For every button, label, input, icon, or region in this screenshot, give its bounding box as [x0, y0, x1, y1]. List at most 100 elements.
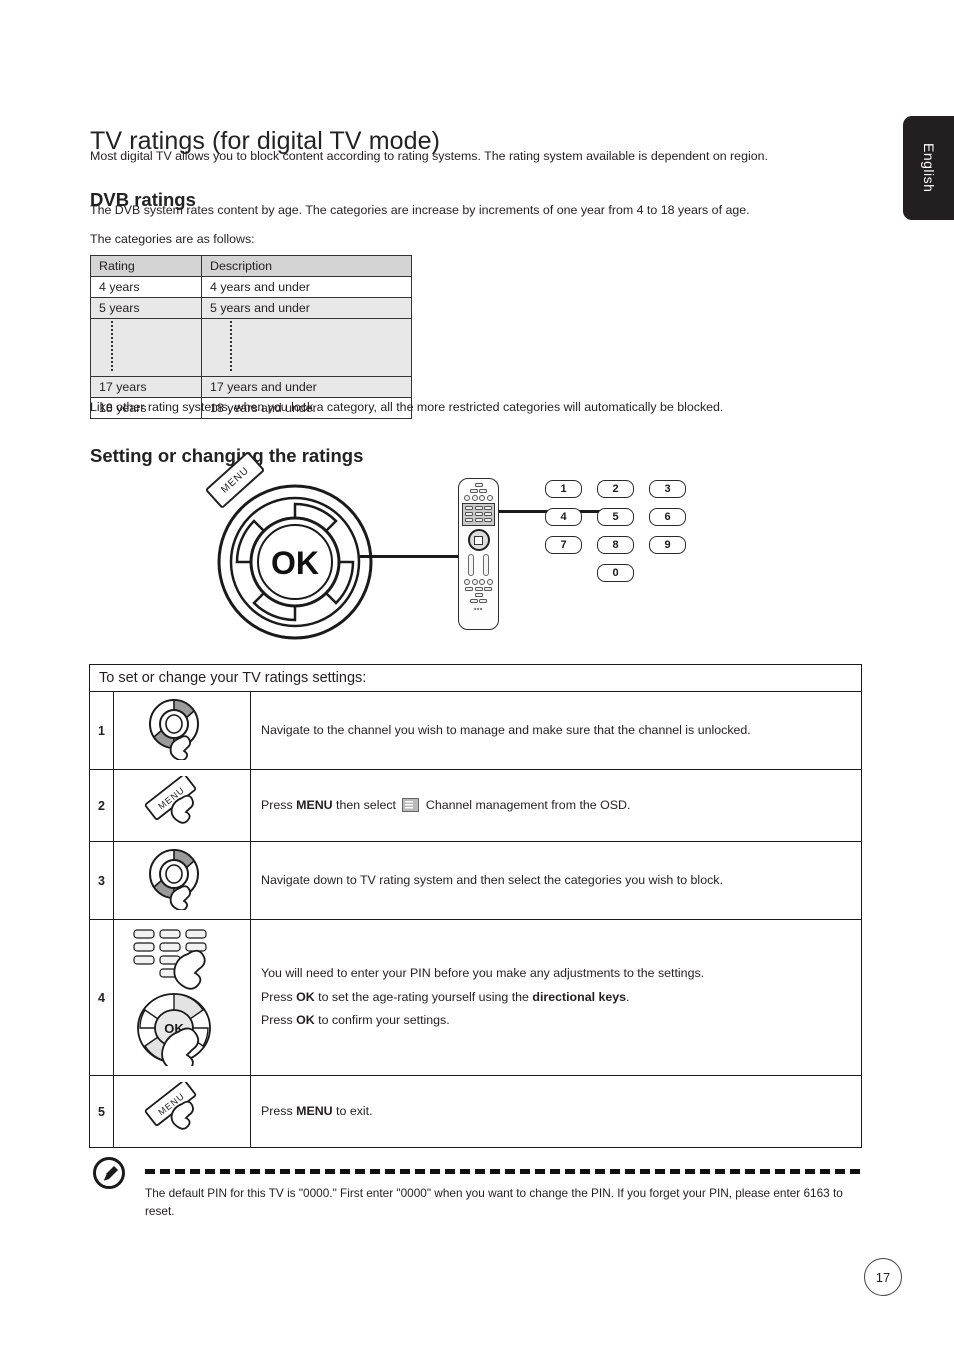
- step-text-bold: OK: [296, 989, 315, 1004]
- like-other-paragraph: Like other rating systems, when you lock…: [90, 400, 724, 414]
- key-6: 6: [649, 508, 686, 526]
- connector-line-ok: [360, 555, 460, 558]
- remote-key: [474, 517, 483, 522]
- rating-value: 17 years: [90, 376, 202, 398]
- remote-button: [469, 489, 478, 493]
- table-ellipsis-row: [90, 318, 412, 377]
- key-3: 3: [649, 480, 686, 498]
- step-text-part: to confirm your settings.: [314, 1013, 450, 1028]
- step-text: You will need to enter your PIN before y…: [250, 919, 862, 1076]
- rating-value: 4 years: [90, 276, 202, 298]
- note-text: The default PIN for this TV is "0000." F…: [145, 1186, 843, 1218]
- ok-navigation-wheel-icon: OK: [217, 484, 373, 640]
- remote-volume-channel-bars: [463, 554, 494, 576]
- remote-button: [479, 495, 486, 501]
- remote-bar: [483, 554, 490, 576]
- vertical-dots-icon: [111, 321, 113, 371]
- step-text-bold: directional keys: [532, 989, 627, 1004]
- step-text-line: You will need to enter your PIN before y…: [261, 966, 705, 981]
- remote-key: [474, 505, 483, 510]
- nav-wheel-hand-icon: [113, 691, 251, 770]
- step-text-part: Press: [261, 989, 297, 1004]
- column-header-rating: Rating: [90, 255, 202, 277]
- steps-table: To set or change your TV ratings setting…: [89, 664, 862, 1148]
- key-2: 2: [597, 480, 634, 498]
- remote-button: [479, 579, 486, 585]
- description-value: 17 years and under: [201, 376, 412, 398]
- step-text-part: to set the age-rating yourself using the: [314, 989, 533, 1004]
- step-text: Press MENU to exit.: [250, 1075, 862, 1148]
- remote-button: [479, 489, 488, 493]
- nav-wheel-hand-icon: [113, 841, 251, 920]
- remote-button: [464, 579, 471, 585]
- step-text-part: Press: [261, 797, 297, 812]
- description-value: 5 years and under: [201, 297, 412, 319]
- key-4: 4: [545, 508, 582, 526]
- table-row: 5 MENU Press MENU to exit.: [89, 1075, 862, 1148]
- keypad-and-ok-wheel-hand-icon: OK: [113, 919, 251, 1076]
- remote-key: [465, 511, 473, 516]
- language-tab: English: [903, 116, 954, 220]
- remote-button: [474, 592, 483, 597]
- remote-key: [484, 517, 492, 522]
- intro-paragraph: Most digital TV allows you to block cont…: [90, 149, 768, 163]
- column-header-description: Description: [201, 255, 412, 277]
- table-row: 3 Navigate down to TV rating system and …: [89, 841, 862, 920]
- step-text-part: Channel management from the OSD.: [422, 797, 631, 812]
- step-number: 3: [89, 841, 114, 920]
- step-text-part: .: [626, 989, 630, 1004]
- remote-key: [484, 505, 492, 510]
- description-ellipsis: [201, 318, 412, 377]
- remote-round-row: [462, 495, 495, 501]
- step-text-line: Press OK to confirm your settings.: [261, 1009, 851, 1033]
- step-text-part: to exit.: [332, 1103, 373, 1118]
- table-row: 5 years 5 years and under: [90, 297, 412, 319]
- step-text-bold: OK: [296, 1013, 315, 1028]
- key-5: 5: [597, 508, 634, 526]
- step-text-line: Press OK to set the age-rating yourself …: [261, 986, 851, 1010]
- remote-button: [464, 495, 471, 501]
- remote-key: [465, 517, 473, 522]
- step-text-part: Press: [261, 1103, 297, 1118]
- table-row: 17 years 17 years and under: [90, 376, 412, 398]
- steps-table-header: To set or change your TV ratings setting…: [89, 664, 862, 692]
- step-text: Navigate down to TV rating system and th…: [250, 841, 862, 920]
- remote-logo: ■■■: [474, 605, 483, 611]
- key-8: 8: [597, 536, 634, 554]
- remote-button: [484, 587, 492, 591]
- keypad-row: 0: [545, 564, 686, 582]
- remote-bottom-row: [462, 587, 495, 597]
- keypad-row: 7 8 9: [545, 536, 686, 554]
- rating-value: 5 years: [90, 297, 202, 319]
- table-row: 4 OK You will need to enter your PIN bef…: [89, 919, 862, 1076]
- remote-keypad-row: [465, 505, 493, 510]
- remote-numeric-keypad-highlight: [462, 503, 495, 526]
- rating-ellipsis: [90, 318, 202, 377]
- remote-power-row: [462, 483, 495, 487]
- remote-ok-wheel-highlight: [467, 529, 490, 551]
- remote-button: [486, 579, 493, 585]
- table-row: 4 years 4 years and under: [90, 276, 412, 298]
- step-text-part: Press: [261, 1013, 297, 1028]
- menu-tag-hand-icon: MENU: [113, 769, 251, 842]
- remote-button: [474, 587, 483, 591]
- step-number: 5: [89, 1075, 114, 1148]
- remote-bar: [467, 554, 474, 576]
- step-number: 2: [89, 769, 114, 842]
- key-9: 9: [649, 536, 686, 554]
- table-row: 2 MENU Press MENU then select Channel ma…: [89, 769, 862, 842]
- dvb-ratings-table: Rating Description 4 years 4 years and u…: [90, 255, 412, 419]
- remote-button: [474, 483, 483, 487]
- step-number: 1: [89, 691, 114, 770]
- remote-key: [484, 511, 492, 516]
- remote-illustration: OK MENU ■■■ 1 2 3 4 5 6 7 8 9 0: [90, 450, 870, 652]
- channel-management-osd-icon: [402, 797, 420, 812]
- remote-button: [465, 587, 473, 591]
- key-0: 0: [597, 564, 634, 582]
- remote-control-illustration: ■■■: [458, 478, 499, 630]
- remote-top-row: [462, 489, 495, 493]
- remote-keypad-row: [465, 511, 493, 516]
- step-text: Navigate to the channel you wish to mana…: [250, 691, 862, 770]
- step-number: 4: [89, 919, 114, 1076]
- step-text-bold: MENU: [296, 797, 333, 812]
